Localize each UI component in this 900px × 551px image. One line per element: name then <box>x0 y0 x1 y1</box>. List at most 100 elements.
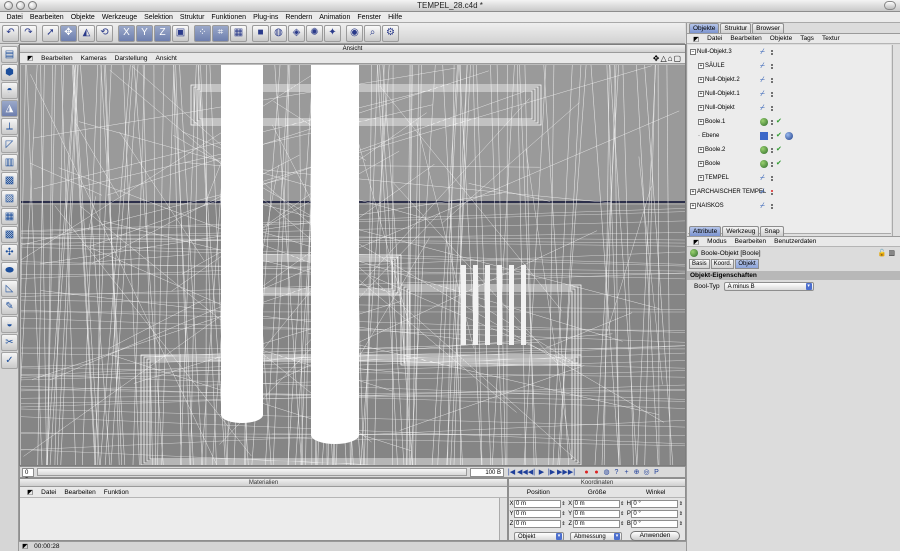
viewport-nav-icons[interactable]: ✥△⌂▢ <box>649 54 685 63</box>
visibility-dots-icon[interactable] <box>771 161 773 167</box>
visibility-dots-icon[interactable] <box>771 189 773 195</box>
expand-icon[interactable]: + <box>698 77 704 83</box>
menu-werkzeuge[interactable]: Werkzeuge <box>98 12 140 22</box>
texture-tool-icon[interactable]: ◓ <box>1 82 18 99</box>
playback-button-3[interactable]: ▶ <box>537 468 546 477</box>
deformer-icon[interactable]: ◈ <box>288 24 305 42</box>
timeline-end-field[interactable]: 100 B <box>470 467 504 477</box>
cube-icon[interactable]: ■ <box>252 24 269 42</box>
enabled-check-icon[interactable]: ✔ <box>776 132 782 140</box>
menu-struktur[interactable]: Struktur <box>176 12 208 22</box>
coord-mode-select[interactable]: Objekt ▾ <box>514 531 564 541</box>
checker-2-icon[interactable]: ▩ <box>1 226 18 243</box>
object-list-item[interactable]: + Null-Objekt.2 ⌿ <box>688 73 891 87</box>
record-button-2[interactable]: ◍ <box>602 468 611 477</box>
visibility-dots-icon[interactable] <box>771 63 773 69</box>
close-window-button[interactable] <box>4 1 13 10</box>
stepper-icon[interactable]: ⇕ <box>678 521 683 527</box>
object-list-item[interactable]: + Boole.1 ✔ <box>688 115 891 129</box>
object-menu-objekte[interactable]: Objekte <box>766 35 796 42</box>
record-button-1[interactable]: ● <box>592 468 601 477</box>
visibility-dots-icon[interactable] <box>771 91 773 97</box>
material-tag-icon[interactable] <box>784 132 793 140</box>
stepper-icon[interactable]: ⇕ <box>678 501 683 507</box>
stepper-icon[interactable]: ⇕ <box>678 511 683 517</box>
object-list-item[interactable]: · Ebene ✔ <box>688 129 891 143</box>
object-list-item[interactable]: + Null-Objekt ⌿ <box>688 101 891 115</box>
visibility-dots-icon[interactable] <box>771 105 773 111</box>
menu-animation[interactable]: Animation <box>316 12 354 22</box>
visibility-dots-icon[interactable] <box>771 147 773 153</box>
record-button-5[interactable]: ⊕ <box>632 468 641 477</box>
uv-polygons-icon[interactable]: ▨ <box>1 190 18 207</box>
record-button-3[interactable]: ? <box>612 468 621 477</box>
x-axis-icon[interactable]: X <box>118 24 135 42</box>
bones-icon[interactable]: ✣ <box>1 244 18 261</box>
expand-icon[interactable]: + <box>698 175 704 181</box>
menu-selektion[interactable]: Selektion <box>141 12 177 22</box>
object-list-item[interactable]: + Null-Objekt.1 ⌿ <box>688 87 891 101</box>
object-list-item[interactable]: + TEMPEL ⌿ <box>688 171 891 185</box>
object-menu-textur[interactable]: Textur <box>818 35 844 42</box>
render-view-icon[interactable]: ⌕ <box>364 24 381 42</box>
menu-bearbeiten[interactable]: Bearbeiten <box>26 12 67 22</box>
expand-icon[interactable]: + <box>698 161 704 167</box>
polygons-mode-icon[interactable]: ▦ <box>230 24 247 42</box>
nurbs-icon[interactable]: ◍ <box>270 24 287 42</box>
light-icon[interactable]: ✦ <box>324 24 341 42</box>
attribute-menu-modus[interactable]: Modus <box>703 238 731 245</box>
polygon-tool-icon[interactable]: ▥ <box>1 154 18 171</box>
paint-icon[interactable]: ✎ <box>1 298 18 315</box>
object-list-item[interactable]: + SÄULE ⌿ <box>688 59 891 73</box>
visibility-dots-icon[interactable] <box>771 203 773 209</box>
redo-icon[interactable]: ↷ <box>20 24 37 42</box>
subtab-basis[interactable]: Basis <box>689 259 710 269</box>
tab-struktur[interactable]: Struktur <box>720 23 752 33</box>
stepper-icon[interactable]: ⇕ <box>561 521 566 527</box>
object-list-item[interactable]: + NAISKOS ⌿ <box>688 199 891 213</box>
enabled-check-icon[interactable]: ✔ <box>776 118 782 126</box>
material-menu-funktion[interactable]: Funktion <box>100 489 133 496</box>
points-mode-icon[interactable]: ⁘ <box>194 24 211 42</box>
tab-snap[interactable]: Snap <box>760 226 784 236</box>
rotate-icon[interactable]: ⟲ <box>96 24 113 42</box>
coord-rotation-input[interactable]: 0 ° <box>631 519 679 528</box>
pose-icon[interactable]: ⬬ <box>1 262 18 279</box>
axis-tool-icon[interactable]: ◮ <box>1 100 18 117</box>
y-axis-icon[interactable]: Y <box>136 24 153 42</box>
enabled-check-icon[interactable]: ✔ <box>776 160 782 168</box>
record-button-6[interactable]: ◎ <box>642 468 651 477</box>
viewport-menu-ansicht[interactable]: Ansicht <box>152 55 181 62</box>
menu-fenster[interactable]: Fenster <box>354 12 385 22</box>
object-list-item[interactable]: + ARCHAISCHER TEMPEL ⌿ <box>688 185 891 199</box>
edges-mode-icon[interactable]: ⌗ <box>212 24 229 42</box>
playback-button-6[interactable]: ▶| <box>567 468 576 477</box>
record-button-4[interactable]: + <box>622 468 631 477</box>
collapse-icon[interactable]: − <box>690 49 696 55</box>
material-menu-icon[interactable]: ◩ <box>23 488 37 496</box>
object-menu-icon[interactable]: ◩ <box>689 35 703 43</box>
expand-icon[interactable]: + <box>698 63 704 69</box>
uv-points-icon[interactable]: ▩ <box>1 172 18 189</box>
menu-plug-ins[interactable]: Plug-ins <box>250 12 282 22</box>
menu-rendern[interactable]: Rendern <box>282 12 316 22</box>
lock-icon[interactable]: 🔓▥ <box>878 249 897 257</box>
expand-icon[interactable]: + <box>698 119 704 125</box>
coord-size-input[interactable]: 0 m <box>572 509 620 518</box>
tab-attribute[interactable]: Attribute <box>689 226 722 236</box>
object-menu-bearbeiten[interactable]: Bearbeiten <box>726 35 765 42</box>
menu-funktionen[interactable]: Funktionen <box>208 12 250 22</box>
coord-position-input[interactable]: 0 m <box>514 519 561 528</box>
attribute-menu-benutzerdaten[interactable]: Benutzerdaten <box>770 238 820 245</box>
attribute-menu-bearbeiten[interactable]: Bearbeiten <box>731 238 770 245</box>
viewport-menu-darstellung[interactable]: Darstellung <box>111 55 152 62</box>
material-menu-bearbeiten[interactable]: Bearbeiten <box>60 489 99 496</box>
size-mode-select[interactable]: Abmessung ▾ <box>570 531 622 541</box>
playback-button-0[interactable]: |◀ <box>507 468 516 477</box>
graph-icon[interactable]: ◺ <box>1 280 18 297</box>
stepper-icon[interactable]: ⇕ <box>620 521 625 527</box>
tab-werkzeug[interactable]: Werkzeug <box>722 226 760 236</box>
tab-objekte[interactable]: Objekte <box>689 23 720 33</box>
stepper-icon[interactable]: ⇕ <box>561 501 566 507</box>
zoom-window-button[interactable] <box>28 1 37 10</box>
